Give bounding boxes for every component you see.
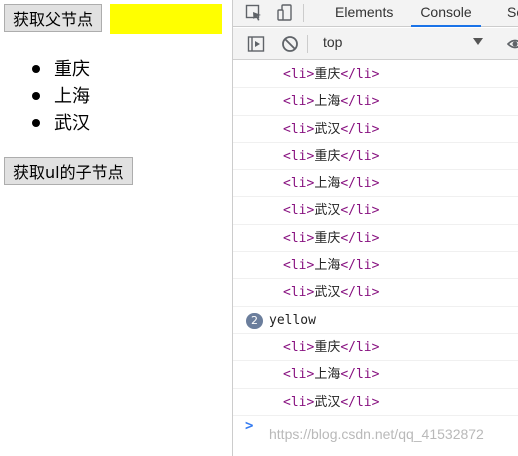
page-preview: 获取父节点 重庆 上海 武汉 获取ul的子节点 xyxy=(0,0,232,456)
tab-elements[interactable]: Elements xyxy=(335,0,393,27)
tag-close: </li> xyxy=(340,258,380,274)
parent-box xyxy=(110,4,222,34)
tag-close: </li> xyxy=(340,176,380,192)
tag-open: <li> xyxy=(283,67,315,82)
repeat-count-badge: 2 xyxy=(246,312,263,329)
tab-console[interactable]: Console xyxy=(411,0,481,27)
console-element-row[interactable]: <li>重庆</li> xyxy=(233,143,518,171)
element-text: 上海 xyxy=(314,94,341,110)
console-element-row[interactable]: <li>重庆</li> xyxy=(233,334,518,362)
element-text: 武汉 xyxy=(314,203,341,219)
context-selector[interactable]: top xyxy=(323,34,342,50)
tag-close: </li> xyxy=(340,230,380,246)
console-element-output[interactable]: <li>武汉</li> xyxy=(283,279,379,306)
console-element-output[interactable]: <li>上海</li> xyxy=(283,361,379,388)
tag-close: </li> xyxy=(340,339,380,355)
tag-close: </li> xyxy=(340,394,380,410)
get-children-button[interactable]: 获取ul的子节点 xyxy=(4,157,133,185)
console-element-output[interactable]: <li>上海</li> xyxy=(283,252,379,279)
tag-close: </li> xyxy=(340,121,380,137)
tag-close: </li> xyxy=(340,367,380,383)
tag-open: <li> xyxy=(283,339,315,355)
console-element-output[interactable]: <li>重庆</li> xyxy=(283,334,379,361)
tabbar-divider xyxy=(303,4,304,22)
tag-close: </li> xyxy=(340,67,380,82)
console-output: <li>重庆</li> <li>上海</li> <li>武汉</li> <li>重庆<… xyxy=(233,61,518,456)
tag-open: <li> xyxy=(283,121,315,137)
element-text: 上海 xyxy=(314,176,341,192)
element-text: 武汉 xyxy=(314,394,341,410)
devtools-panel: Elements Console So top <li>重庆 xyxy=(232,0,518,456)
list-item: 重庆 xyxy=(24,56,90,83)
element-text: 重庆 xyxy=(314,339,341,355)
console-element-row[interactable]: <li>重庆</li> xyxy=(233,225,518,253)
prompt-chevron-icon: > xyxy=(245,417,254,434)
show-drawer-icon[interactable] xyxy=(247,35,265,53)
tag-open: <li> xyxy=(283,230,315,246)
eye-icon[interactable] xyxy=(506,36,518,52)
list-item: 武汉 xyxy=(24,110,90,137)
console-element-output[interactable]: <li>重庆</li> xyxy=(283,61,379,88)
tag-open: <li> xyxy=(283,203,315,219)
tag-close: </li> xyxy=(340,94,380,110)
tag-open: <li> xyxy=(283,148,315,164)
console-element-output[interactable]: <li>上海</li> xyxy=(283,170,379,197)
devtools-tabbar: Elements Console So xyxy=(233,0,518,27)
console-element-row[interactable]: <li>上海</li> xyxy=(233,88,518,116)
console-element-row[interactable]: <li>重庆</li> xyxy=(233,61,518,89)
console-element-row[interactable]: <li>上海</li> xyxy=(233,170,518,198)
console-element-output[interactable]: <li>重庆</li> xyxy=(283,143,379,170)
console-element-output[interactable]: <li>上海</li> xyxy=(283,88,379,115)
list-item: 上海 xyxy=(24,83,90,110)
watermark: https://blog.csdn.net/qq_41532872 xyxy=(269,425,484,442)
console-element-output[interactable]: <li>武汉</li> xyxy=(283,389,379,416)
tag-open: <li> xyxy=(283,94,315,110)
tab-sources[interactable]: So xyxy=(507,0,518,27)
element-text: 重庆 xyxy=(314,230,341,246)
tag-close: </li> xyxy=(340,285,380,301)
console-log-row[interactable]: 2 yellow xyxy=(233,307,518,334)
clear-console-icon[interactable] xyxy=(281,35,299,53)
tag-open: <li> xyxy=(283,258,315,274)
tag-open: <li> xyxy=(283,367,315,383)
console-log-text: yellow xyxy=(269,312,316,328)
element-text: 武汉 xyxy=(314,285,341,301)
element-text: 重庆 xyxy=(314,67,341,82)
console-element-row[interactable]: <li>武汉</li> xyxy=(233,116,518,143)
toolbar-divider xyxy=(307,35,308,53)
console-element-row[interactable]: <li>武汉</li> xyxy=(233,197,518,225)
console-element-row[interactable]: <li>武汉</li> xyxy=(233,279,518,307)
console-element-output[interactable]: <li>武汉</li> xyxy=(283,197,379,224)
element-text: 武汉 xyxy=(314,121,341,137)
tag-close: </li> xyxy=(340,148,380,164)
device-toolbar-icon[interactable] xyxy=(277,4,295,22)
console-toolbar: top xyxy=(233,28,518,60)
console-element-row[interactable]: <li>上海</li> xyxy=(233,361,518,389)
element-text: 上海 xyxy=(314,367,341,383)
tag-open: <li> xyxy=(283,176,315,192)
city-list: 重庆 上海 武汉 xyxy=(24,56,90,137)
console-element-row[interactable]: <li>武汉</li> xyxy=(233,389,518,416)
tag-open: <li> xyxy=(283,394,315,410)
console-element-output[interactable]: <li>重庆</li> xyxy=(283,225,379,252)
console-prompt-row[interactable]: > https://blog.csdn.net/qq_41532872 xyxy=(233,416,518,446)
get-parent-button[interactable]: 获取父节点 xyxy=(4,4,103,32)
element-text: 上海 xyxy=(314,258,341,274)
chevron-down-icon[interactable] xyxy=(473,38,483,45)
element-text: 重庆 xyxy=(314,148,341,164)
tag-open: <li> xyxy=(283,285,315,301)
console-element-row[interactable]: <li>上海</li> xyxy=(233,252,518,280)
tag-close: </li> xyxy=(340,203,380,219)
console-element-output[interactable]: <li>武汉</li> xyxy=(283,116,379,143)
inspect-element-icon[interactable] xyxy=(245,4,263,22)
